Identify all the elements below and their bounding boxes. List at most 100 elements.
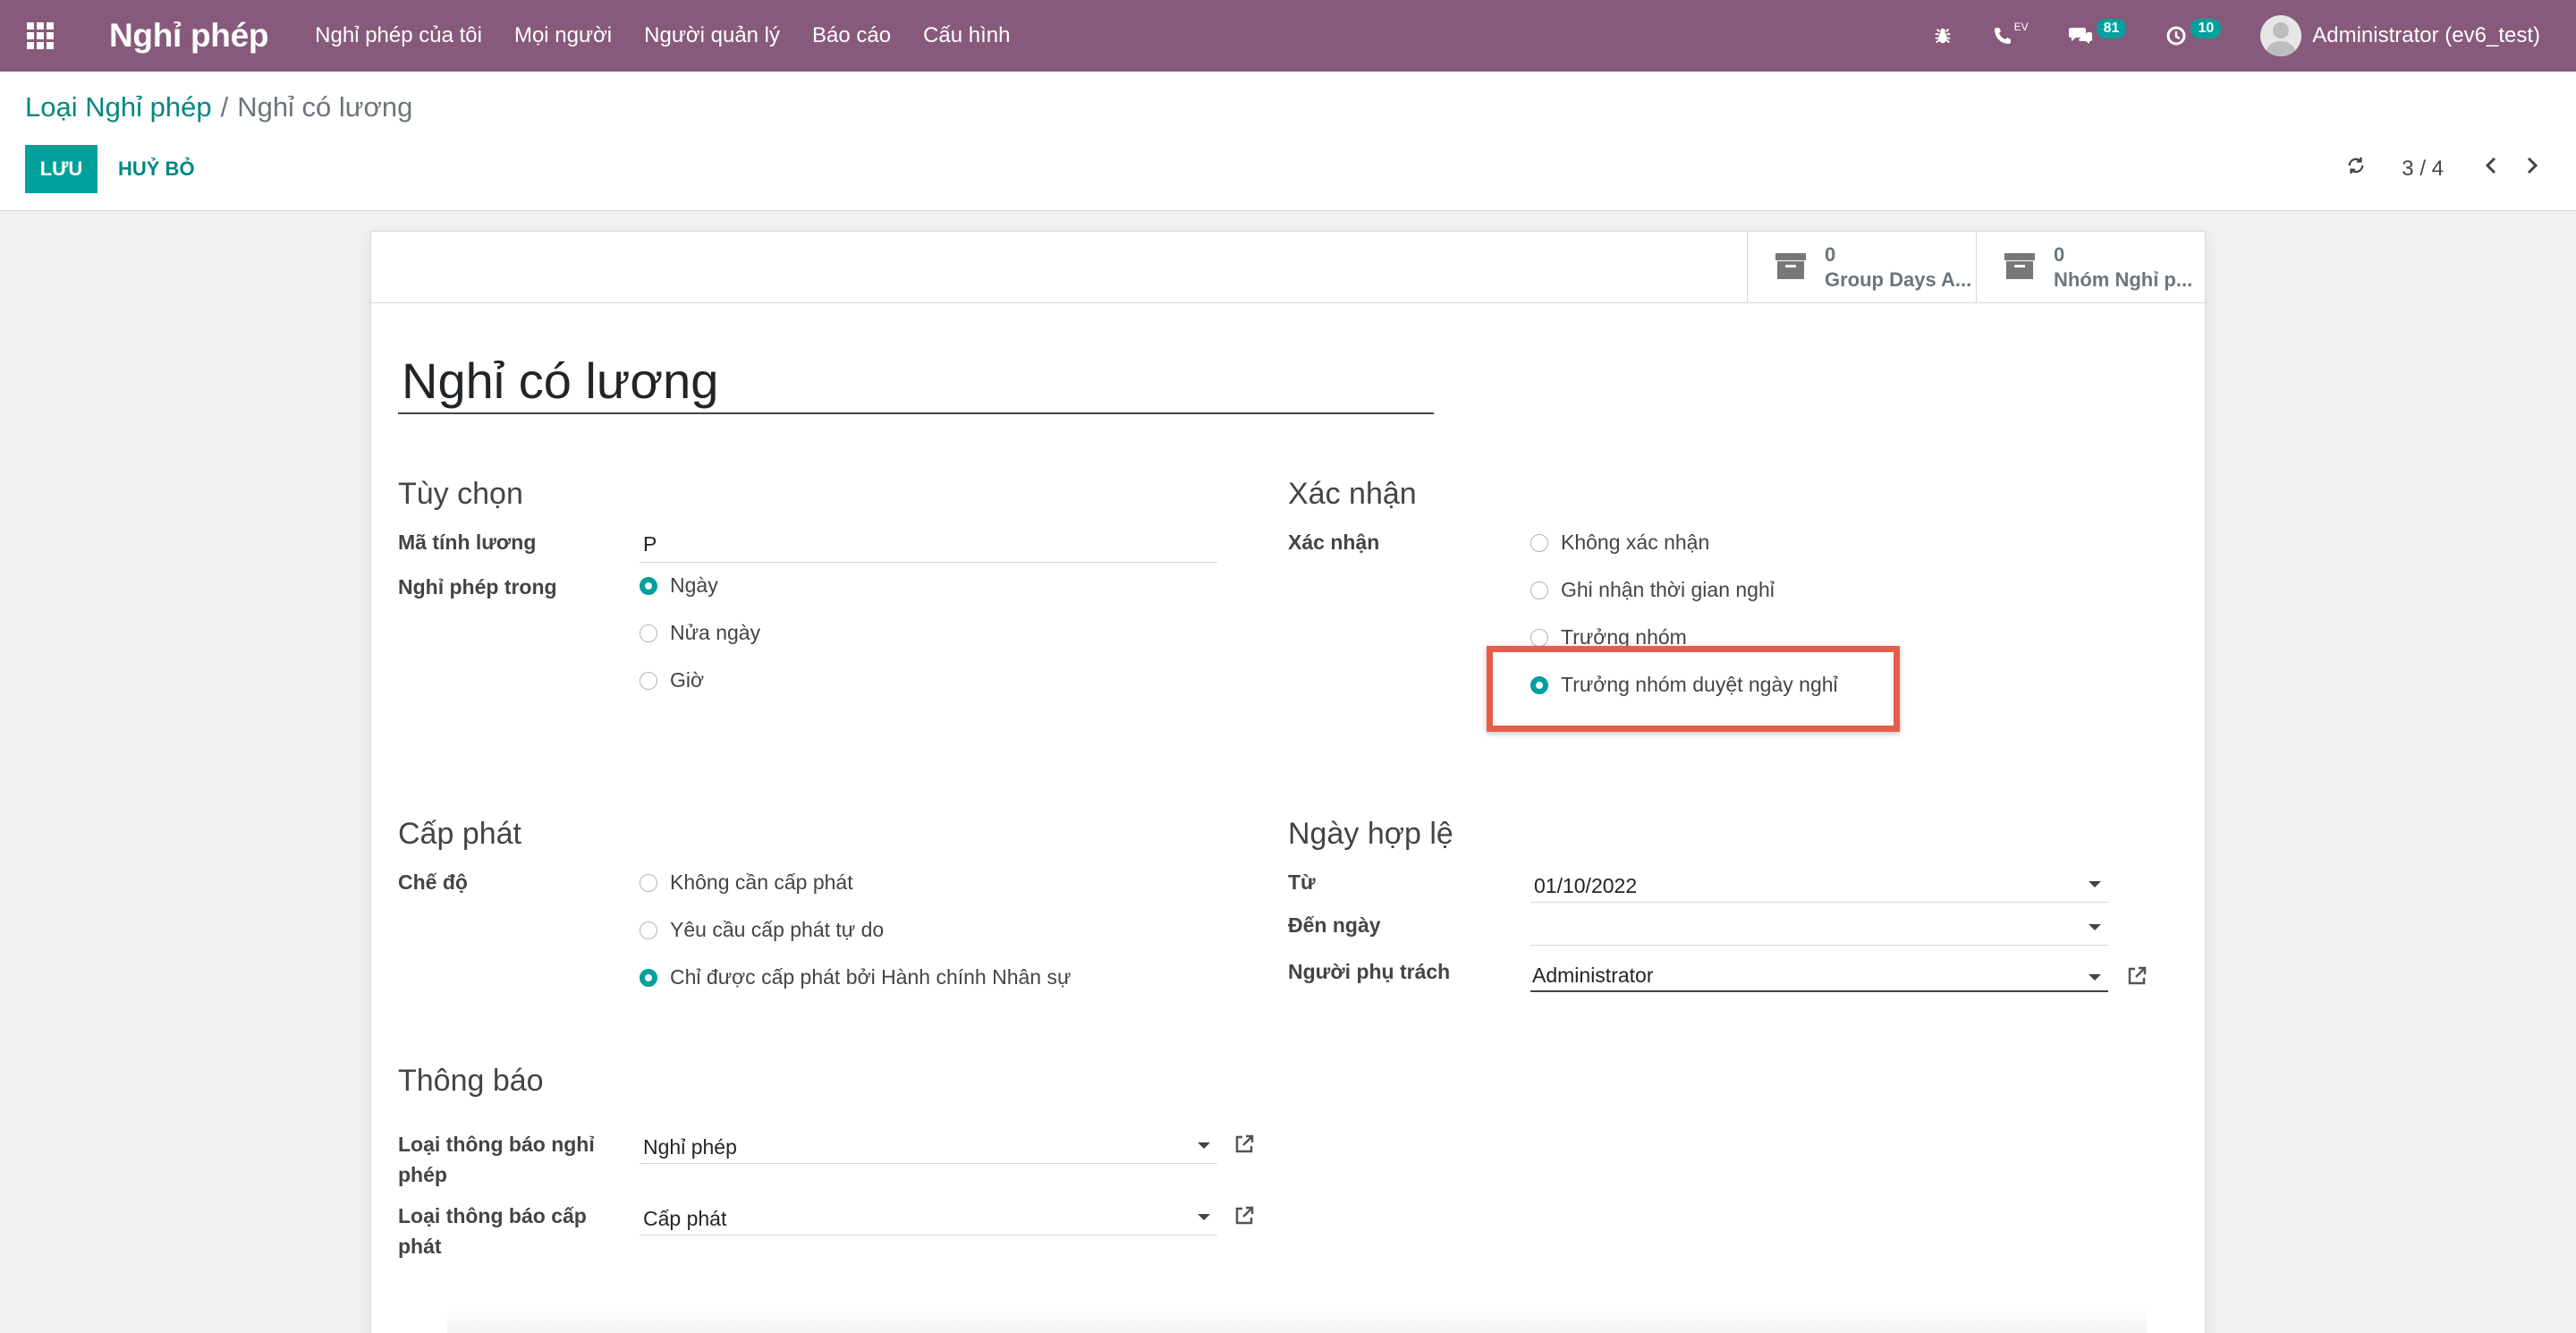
radio-label: Không cần cấp phát (670, 870, 853, 894)
breadcrumb-separator: / (220, 91, 229, 123)
apps-menu-icon[interactable] (27, 22, 54, 49)
payroll-code-input[interactable] (640, 529, 1217, 563)
user-avatar[interactable] (2260, 15, 2302, 56)
external-link-icon[interactable] (1233, 1133, 1255, 1159)
reload-icon[interactable] (2346, 156, 2366, 182)
radio-unchecked-icon (640, 873, 657, 892)
label-line: phép (398, 1163, 447, 1186)
validity-section-title: Ngày hợp lệ (1288, 817, 1453, 851)
stat-value: 0 (1825, 243, 1836, 266)
archive-icon (1775, 250, 1807, 286)
leave-in-option-day[interactable]: Ngày (640, 573, 718, 598)
group-days-stat-button[interactable]: 0 Group Days A... (1747, 232, 1976, 303)
menu-managers[interactable]: Người quản lý (644, 23, 780, 48)
annotation-highlight-box (1487, 646, 1900, 732)
external-link-icon[interactable] (2126, 965, 2148, 991)
leave-notification-label: Loại thông báo nghỉ phép (398, 1129, 595, 1190)
validity-to-label: Đến ngày (1288, 913, 1381, 937)
radio-label: Ghi nhận thời gian nghỉ (1561, 578, 1775, 601)
main-menu: Nghỉ phép của tôi Mọi người Người quản l… (315, 23, 1042, 48)
options-section-title: Tùy chọn (398, 477, 523, 511)
chevron-down-icon[interactable] (1198, 1142, 1210, 1149)
allocation-option-free[interactable]: Yêu cầu cấp phát tự do (640, 918, 884, 942)
radio-unchecked-icon (1530, 533, 1548, 552)
allocation-option-hr-only[interactable]: Chỉ được cấp phát bởi Hành chính Nhân sự (640, 965, 1071, 989)
messages-icon[interactable]: 81 (2068, 19, 2127, 47)
control-panel: Loại Nghỉ phép / Nghỉ có lương LƯU HUỶ BỎ … (0, 72, 2576, 211)
allocation-notification-value: Cấp phát (643, 1207, 727, 1230)
allocation-option-no[interactable]: Không cần cấp phát (640, 870, 853, 895)
user-menu[interactable]: Administrator (ev6_test) (2312, 23, 2540, 48)
chevron-down-icon[interactable] (2089, 881, 2101, 887)
radio-unchecked-icon (1530, 581, 1548, 599)
chevron-down-icon[interactable] (2089, 974, 2101, 981)
payroll-code-label: Mã tính lương (398, 531, 537, 554)
pager-value[interactable]: 3 / 4 (2402, 157, 2444, 182)
smart-button-box: 0 Group Days A... 0 Nhóm Nghỉ p... (371, 232, 2205, 303)
bottom-shadow (447, 1306, 2147, 1333)
radio-label: Yêu cầu cấp phát tự do (670, 918, 885, 941)
menu-configuration[interactable]: Cấu hình (923, 23, 1010, 48)
messages-count-badge: 81 (2096, 19, 2127, 38)
radio-label: Chỉ được cấp phát bởi Hành chính Nhân sự (670, 965, 1072, 989)
radio-label: Không xác nhận (1561, 531, 1710, 554)
stat-value: 0 (2054, 243, 2065, 266)
allocation-notification-label: Loại thông báo cấp phát (398, 1201, 587, 1261)
debug-bug-icon[interactable] (1933, 26, 1953, 46)
leave-type-name-input[interactable]: Nghỉ có lương (398, 348, 1434, 414)
menu-everyone[interactable]: Mọi người (514, 23, 612, 48)
radio-unchecked-icon (640, 671, 657, 690)
validation-option-none[interactable]: Không xác nhận (1530, 531, 1709, 555)
payroll-code-value: P (643, 532, 657, 556)
validity-from-value: 01/10/2022 (1534, 874, 1638, 897)
activities-clock-icon[interactable]: 10 (2165, 19, 2222, 47)
chevron-down-icon[interactable] (1198, 1214, 1210, 1220)
navbar-systray: EV 81 10 Administrator (ev6_test) (1933, 0, 2576, 72)
validity-from-label: Từ (1288, 870, 1316, 894)
radio-unchecked-icon (640, 624, 657, 642)
breadcrumb: Loại Nghỉ phép / Nghỉ có lương (25, 91, 412, 123)
leave-type-name-value: Nghỉ có lương (402, 352, 719, 409)
form-sheet: 0 Group Days A... 0 Nhóm Nghỉ p... Nghỉ … (370, 231, 2206, 1333)
pager-next-icon[interactable] (2524, 156, 2540, 182)
leave-group-stat-button[interactable]: 0 Nhóm Nghỉ p... (1976, 232, 2205, 303)
radio-unchecked-icon (1530, 628, 1548, 647)
phone-call-icon[interactable]: EV (1992, 21, 2029, 47)
pager: 3 / 4 (2346, 156, 2540, 182)
leave-in-option-hours[interactable]: Giờ (640, 668, 704, 692)
radio-checked-icon (640, 576, 657, 595)
pager-previous-icon[interactable] (2483, 156, 2499, 182)
stat-label: Group Days A... (1825, 268, 1972, 291)
label-line: Loại thông báo nghỉ (398, 1133, 595, 1156)
breadcrumb-leave-types[interactable]: Loại Nghỉ phép (25, 91, 212, 123)
save-button[interactable]: LƯU (25, 145, 97, 193)
notification-section-title: Thông báo (398, 1064, 544, 1098)
responsible-label: Người phụ trách (1288, 960, 1451, 983)
validation-section-title: Xác nhận (1288, 477, 1417, 511)
radio-label: Ngày (670, 573, 718, 597)
responsible-value: Administrator (1532, 964, 1654, 987)
validity-to-input[interactable] (1530, 912, 2108, 946)
leave-in-option-half-day[interactable]: Nửa ngày (640, 621, 760, 645)
activities-count-badge: 10 (2190, 19, 2222, 38)
label-line: phát (398, 1235, 442, 1258)
menu-my-leaves[interactable]: Nghỉ phép của tôi (315, 23, 482, 48)
top-navbar: Nghỉ phép Nghỉ phép của tôi Mọi người Ng… (0, 0, 2576, 72)
allocation-section-title: Cấp phát (398, 817, 521, 851)
discard-button[interactable]: HUỶ BỎ (109, 145, 204, 193)
label-line: Loại thông báo cấp (398, 1204, 587, 1227)
chevron-down-icon[interactable] (2089, 924, 2101, 930)
allocation-mode-label: Chế độ (398, 870, 468, 894)
external-link-icon[interactable] (1233, 1205, 1255, 1231)
leave-in-label: Nghỉ phép trong (398, 575, 557, 599)
radio-label: Giờ (670, 668, 705, 692)
stat-label: Nhóm Nghỉ p... (2054, 268, 2193, 291)
menu-reports[interactable]: Báo cáo (812, 23, 891, 48)
validation-option-time-off-officer[interactable]: Ghi nhận thời gian nghỉ (1530, 578, 1775, 602)
archive-icon (2004, 250, 2036, 286)
leave-notification-value: Nghỉ phép (643, 1135, 737, 1159)
radio-checked-icon (640, 968, 657, 987)
app-title[interactable]: Nghỉ phép (109, 17, 268, 55)
radio-unchecked-icon (640, 921, 657, 939)
call-badge: EV (2013, 21, 2029, 33)
